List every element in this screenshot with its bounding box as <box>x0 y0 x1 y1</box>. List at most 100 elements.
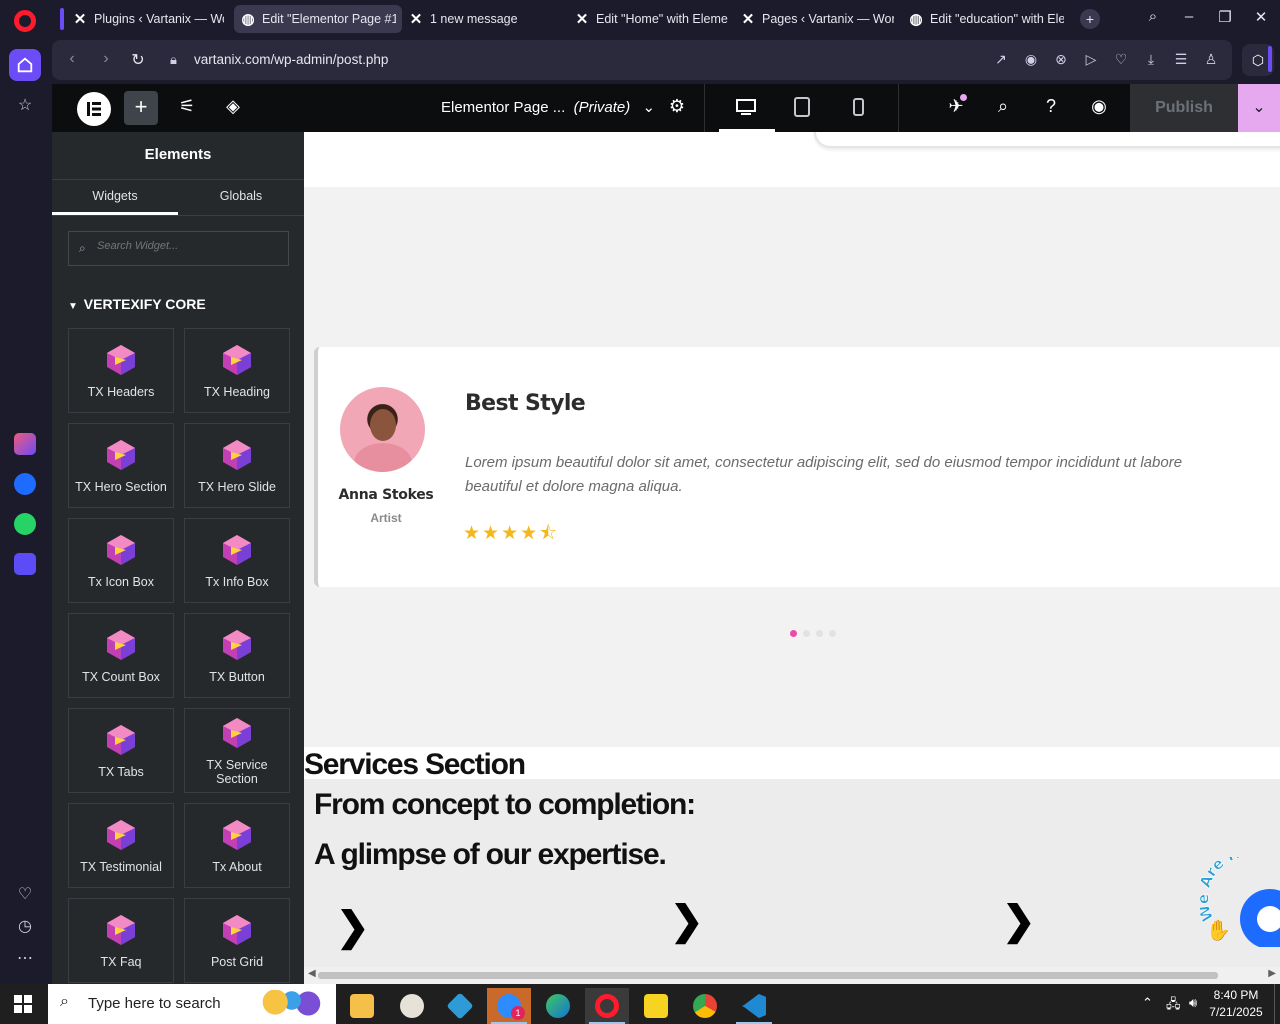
chat-badge-icon[interactable]: We Are H ✋ <box>1200 857 1280 947</box>
help-icon[interactable]: ? <box>1039 96 1063 117</box>
heart-icon[interactable]: ♡ <box>9 878 41 910</box>
widget-tile[interactable]: TX Hero Section <box>68 423 174 508</box>
widget-tile[interactable]: Tx Icon Box <box>68 518 174 603</box>
new-tab-plus-icon[interactable]: + <box>1080 9 1100 29</box>
whatsapp-icon[interactable] <box>9 508 41 540</box>
tab-plugins[interactable]: ✕ Plugins ‹ Vartanix — Word <box>66 5 230 33</box>
send-icon[interactable]: ▷ <box>1082 51 1100 68</box>
add-element-plus-icon[interactable]: + <box>124 91 158 125</box>
vscode-icon[interactable] <box>732 988 776 1024</box>
close-icon[interactable]: ✕ <box>1250 8 1272 26</box>
music-player-icon[interactable] <box>9 548 41 580</box>
tab-widgets[interactable]: Widgets <box>52 180 178 215</box>
taskbar-search[interactable]: ⌕ Type here to search <box>48 984 336 1024</box>
camera-icon[interactable]: ◉ <box>1022 51 1040 68</box>
share-icon[interactable]: ↗ <box>992 51 1010 68</box>
publish-button[interactable]: Publish <box>1130 84 1238 132</box>
slider-dot[interactable] <box>803 630 810 637</box>
zoom-app-icon[interactable]: 1 <box>487 988 531 1024</box>
easy-setup-icon[interactable]: ☰ <box>1172 51 1190 68</box>
site-settings-sliders-icon[interactable]: ⚟ <box>175 96 199 117</box>
widget-tile[interactable]: TX Headers <box>68 328 174 413</box>
tablet-device-icon[interactable] <box>791 96 815 120</box>
widget-tile[interactable]: Post Grid <box>184 898 290 983</box>
widget-search[interactable]: ⌕ <box>68 231 289 266</box>
widget-tile[interactable]: TX Testimonial <box>68 803 174 888</box>
paint-app-icon[interactable] <box>390 988 434 1024</box>
horizontal-scrollbar[interactable]: ◀ ▶ <box>304 967 1280 984</box>
windows-start-icon[interactable] <box>14 995 32 1013</box>
opera-logo-icon[interactable] <box>14 10 36 32</box>
notifications-icon[interactable]: ✈ <box>944 94 968 117</box>
elementor-logo-icon[interactable] <box>77 92 111 126</box>
testimonial-text: Lorem ipsum beautiful dolor sit amet, co… <box>465 454 1183 495</box>
widget-tile[interactable]: TX Tabs <box>68 708 174 793</box>
testimonial-card[interactable]: Anna Stokes Artist Best Style Lorem ipsu… <box>314 347 1280 587</box>
url-box[interactable]: ‹ › ↻ 🔒︎ vartanix.com/wp-admin/post.php … <box>52 40 1232 80</box>
widget-tile[interactable]: TX Faq <box>68 898 174 983</box>
chevron-right-icon[interactable]: ❯ <box>670 898 704 944</box>
chevron-right-icon[interactable]: ❯ <box>336 904 370 950</box>
profile-icon[interactable]: ♙ <box>1202 51 1220 68</box>
scroll-right-icon[interactable]: ▶ <box>1268 968 1276 979</box>
desktop-device-icon[interactable] <box>719 96 775 132</box>
adblock-icon[interactable]: ⊗ <box>1052 51 1070 68</box>
lock-icon[interactable]: 🔒︎ <box>170 52 177 68</box>
tab-search-icon[interactable]: ⌕ <box>1142 8 1164 25</box>
tray-overflow-chevron-icon[interactable]: ⌃ <box>1142 995 1153 1011</box>
aria-icon[interactable] <box>9 428 41 460</box>
scrollbar-thumb[interactable] <box>318 972 1218 979</box>
tab-pages[interactable]: ✕ Pages ‹ Vartanix — WordP <box>734 5 900 33</box>
category-header[interactable]: ▼ VERTEXIFY CORE <box>68 296 206 312</box>
file-explorer-icon[interactable] <box>340 988 384 1024</box>
structure-layers-icon[interactable]: ◈ <box>221 96 245 117</box>
edge-browser-icon[interactable] <box>536 988 580 1024</box>
taskbar-clock[interactable]: 8:40 PM 7/21/2025 <box>1206 987 1266 1021</box>
tab-edit-elementor-page[interactable]: ◍ Edit "Elementor Page #100 <box>234 5 402 33</box>
more-icon[interactable]: ⋯ <box>9 942 41 974</box>
widget-tile[interactable]: TX Button <box>184 613 290 698</box>
chrome-browser-icon[interactable] <box>683 988 727 1024</box>
page-settings-gear-icon[interactable]: ⚙ <box>665 96 689 117</box>
widget-tile[interactable]: Tx Info Box <box>184 518 290 603</box>
reload-icon[interactable]: ↻ <box>128 50 148 70</box>
slider-dot[interactable] <box>829 630 836 637</box>
forward-icon[interactable]: › <box>96 50 116 68</box>
app-diamond-icon[interactable] <box>438 988 482 1024</box>
tab-label: Edit "education" with Elem <box>930 12 1064 26</box>
opera-browser-icon[interactable] <box>585 988 629 1024</box>
slider-dot[interactable] <box>790 630 797 637</box>
network-icon[interactable]: 🖧︎ <box>1166 995 1181 1017</box>
tab-edit-home[interactable]: ✕ Edit "Home" with Element <box>568 5 734 33</box>
messenger-icon[interactable] <box>9 468 41 500</box>
widget-tile[interactable]: Tx About <box>184 803 290 888</box>
mobile-device-icon[interactable] <box>847 96 871 120</box>
tab-globals[interactable]: Globals <box>178 180 304 215</box>
history-icon[interactable]: ◷ <box>9 910 41 942</box>
minimize-icon[interactable]: – <box>1178 8 1200 25</box>
home-icon[interactable] <box>9 49 41 81</box>
tab-edit-education[interactable]: ◍ Edit "education" with Elem <box>902 5 1070 33</box>
scroll-left-icon[interactable]: ◀ <box>308 968 316 979</box>
chevron-right-icon[interactable]: ❯ <box>1002 898 1036 944</box>
slider-dot[interactable] <box>816 630 823 637</box>
restore-icon[interactable]: ❐ <box>1214 8 1236 26</box>
widget-tile[interactable]: TX Heading <box>184 328 290 413</box>
tab-new-message[interactable]: ✕ 1 new message <box>402 5 568 33</box>
star-icon[interactable]: ☆ <box>9 89 41 121</box>
heart-icon[interactable]: ♡ <box>1112 51 1130 68</box>
download-icon[interactable]: ⤓ <box>1142 51 1160 68</box>
publish-options-chevron-icon[interactable]: ⌄ <box>1238 84 1280 132</box>
search-widget-input[interactable] <box>97 240 277 252</box>
page-title-dropdown[interactable]: Elementor Page ... (Private) ⌄ <box>441 98 655 116</box>
widget-tile[interactable]: TX Count Box <box>68 613 174 698</box>
widget-tile[interactable]: TX Hero Slide <box>184 423 290 508</box>
finder-search-icon[interactable]: ⌕ <box>991 96 1015 117</box>
sticky-notes-icon[interactable] <box>634 988 678 1024</box>
show-desktop-button[interactable] <box>1274 984 1280 1024</box>
back-icon[interactable]: ‹ <box>62 50 82 68</box>
preview-eye-icon[interactable]: ◉ <box>1087 96 1111 117</box>
volume-icon[interactable]: 🔊︎ <box>1189 995 1197 1011</box>
widget-tile[interactable]: TX Service Section <box>184 708 290 793</box>
url-text[interactable]: vartanix.com/wp-admin/post.php <box>194 52 388 67</box>
